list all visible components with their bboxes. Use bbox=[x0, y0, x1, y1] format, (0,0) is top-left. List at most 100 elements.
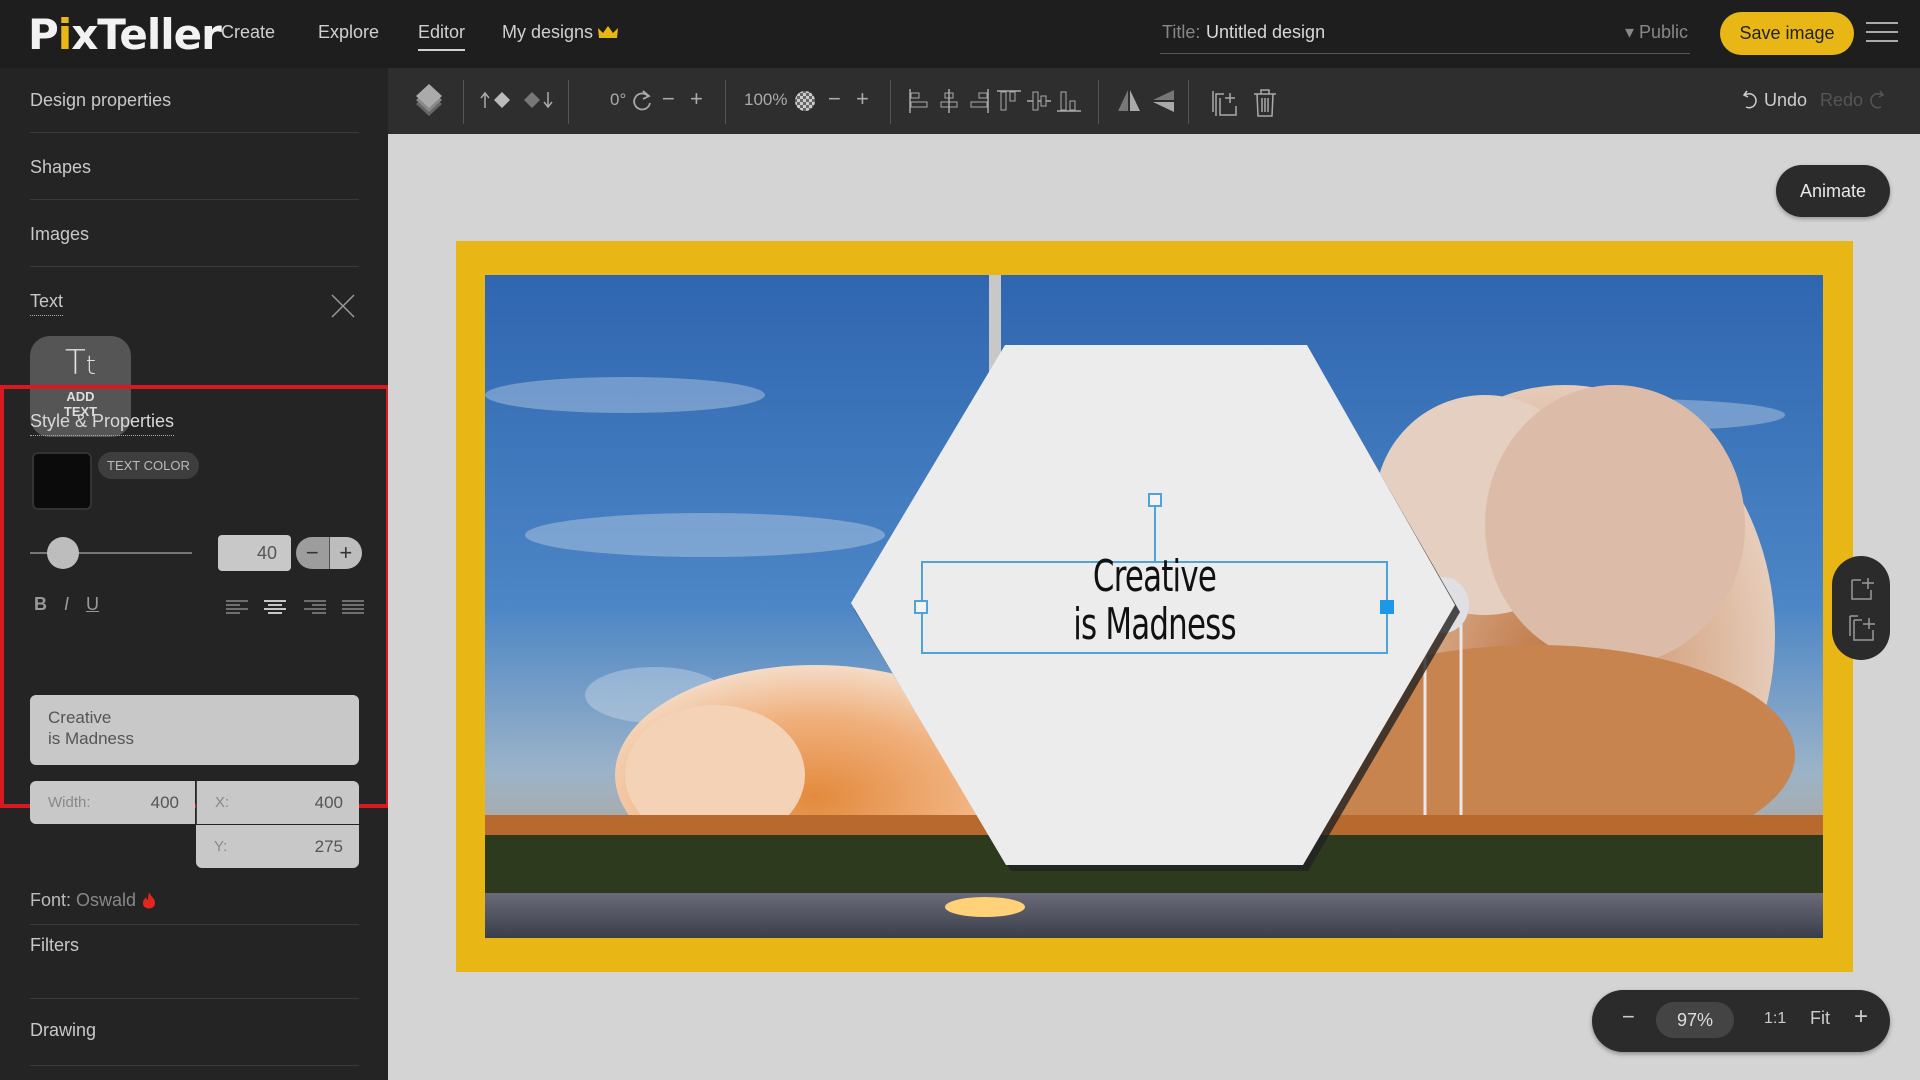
separator bbox=[463, 80, 464, 124]
sidebar-item-drawing[interactable]: Drawing bbox=[30, 1020, 359, 1041]
rotate-increase-button[interactable]: + bbox=[690, 86, 703, 112]
divider bbox=[30, 132, 359, 133]
rotate-icon[interactable] bbox=[630, 88, 654, 114]
fire-icon bbox=[143, 892, 156, 909]
redo-icon bbox=[1870, 90, 1885, 109]
divider bbox=[30, 1065, 359, 1066]
style-properties-title: Style & Properties bbox=[30, 411, 175, 436]
close-icon[interactable] bbox=[330, 293, 356, 319]
divider bbox=[30, 998, 359, 999]
design-text-line-1: Creative bbox=[1092, 551, 1217, 602]
rotate-decrease-button[interactable]: − bbox=[662, 86, 675, 112]
resize-handle-left[interactable] bbox=[914, 600, 928, 614]
x-label: X: bbox=[215, 794, 230, 811]
opacity-value: 100% bbox=[744, 90, 788, 109]
sidebar-item-text[interactable]: Text bbox=[30, 291, 64, 316]
design-text[interactable]: Creative is Madness bbox=[972, 553, 1336, 649]
title-input[interactable]: Untitled design bbox=[1206, 22, 1325, 43]
send-backward-icon[interactable] bbox=[520, 88, 556, 112]
nav-create[interactable]: Create bbox=[221, 22, 275, 43]
menu-icon[interactable] bbox=[1866, 22, 1898, 46]
nav-editor[interactable]: Editor bbox=[418, 22, 466, 51]
align-right-icon[interactable] bbox=[304, 599, 326, 617]
align-horizontal-center-icon[interactable] bbox=[938, 88, 960, 114]
y-field[interactable]: Y: 275 bbox=[196, 825, 359, 868]
increase-size-button[interactable]: + bbox=[329, 537, 362, 569]
delete-icon[interactable] bbox=[1252, 88, 1278, 118]
underline-button[interactable]: U bbox=[86, 594, 99, 615]
width-value[interactable]: 400 bbox=[151, 793, 179, 813]
align-justify-icon[interactable] bbox=[342, 599, 364, 617]
bold-button[interactable]: B bbox=[34, 594, 47, 615]
sidebar-item-text-label: Text bbox=[30, 291, 64, 316]
width-field[interactable]: Width: 400 bbox=[30, 781, 195, 824]
flip-vertical-icon[interactable] bbox=[1150, 88, 1176, 114]
visibility-dropdown[interactable]: ▾ Public bbox=[1625, 22, 1688, 43]
rotation-handle[interactable] bbox=[1148, 493, 1162, 507]
text-content-input[interactable]: Creative is Madness bbox=[30, 695, 359, 765]
divider bbox=[30, 199, 359, 200]
rotation-value: 0° bbox=[610, 90, 627, 109]
italic-button[interactable]: I bbox=[64, 594, 69, 615]
transparency-icon bbox=[795, 91, 815, 111]
opacity-decrease-button[interactable]: − bbox=[828, 86, 841, 112]
width-label: Width: bbox=[48, 794, 91, 811]
pixteller-logo[interactable]: PixTeller bbox=[28, 10, 222, 59]
font-selector[interactable]: Font: Oswald bbox=[30, 890, 359, 911]
x-field[interactable]: X: 400 bbox=[196, 781, 359, 824]
animate-button[interactable]: Animate bbox=[1776, 165, 1890, 217]
crown-icon bbox=[598, 26, 619, 38]
align-vertical-center-icon[interactable] bbox=[1026, 88, 1052, 114]
decrease-size-button[interactable]: − bbox=[296, 537, 330, 569]
y-label: Y: bbox=[214, 838, 228, 855]
top-navigation: PixTeller Create Explore Editor My desig… bbox=[0, 0, 1920, 68]
nav-explore[interactable]: Explore bbox=[318, 22, 379, 43]
align-center-icon[interactable] bbox=[264, 599, 286, 617]
resize-handle-right[interactable] bbox=[1380, 600, 1394, 614]
redo-button[interactable]: Redo bbox=[1820, 88, 1886, 111]
zoom-in-button[interactable]: + bbox=[1854, 1003, 1868, 1031]
opacity-increase-button[interactable]: + bbox=[856, 86, 869, 112]
duplicate-page-icon[interactable] bbox=[1848, 614, 1876, 642]
text-color-swatch[interactable] bbox=[32, 452, 92, 510]
title-label: Title: bbox=[1162, 22, 1201, 42]
design-text-line-2: is Madness bbox=[1073, 599, 1236, 650]
sidebar-item-shapes[interactable]: Shapes bbox=[30, 157, 359, 178]
divider bbox=[30, 924, 359, 925]
align-right-edge-icon[interactable] bbox=[968, 88, 990, 114]
separator bbox=[1188, 80, 1189, 124]
bring-forward-icon[interactable] bbox=[480, 88, 516, 112]
separator bbox=[725, 80, 726, 124]
divider bbox=[30, 266, 359, 267]
undo-button[interactable]: Undo bbox=[1741, 88, 1807, 111]
zoom-fit-button[interactable]: Fit bbox=[1810, 1008, 1830, 1029]
style-properties-title-text: Style & Properties bbox=[30, 411, 175, 436]
align-top-edge-icon[interactable] bbox=[996, 88, 1022, 114]
save-image-button[interactable]: Save image bbox=[1720, 12, 1854, 55]
zoom-level[interactable]: 97% bbox=[1656, 1002, 1734, 1038]
editor-toolbar: 0° − + 100% − + Undo Redo bbox=[388, 68, 1920, 134]
zoom-out-button[interactable]: − bbox=[1622, 1004, 1635, 1030]
add-page-icon[interactable] bbox=[1849, 576, 1875, 602]
nav-my-designs-label: My designs bbox=[502, 22, 594, 42]
nav-my-designs[interactable]: My designs bbox=[502, 22, 619, 43]
sidebar-item-design-properties[interactable]: Design properties bbox=[30, 90, 359, 111]
align-left-edge-icon[interactable] bbox=[908, 88, 930, 114]
redo-label: Redo bbox=[1820, 90, 1864, 110]
title-field[interactable]: Title: Untitled design ▾ Public bbox=[1160, 14, 1690, 54]
align-left-icon[interactable] bbox=[226, 599, 248, 617]
undo-label: Undo bbox=[1764, 90, 1808, 110]
align-bottom-edge-icon[interactable] bbox=[1056, 88, 1082, 114]
zoom-actual-size-button[interactable]: 1:1 bbox=[1764, 1010, 1786, 1028]
sidebar-item-images[interactable]: Images bbox=[30, 224, 359, 245]
font-size-input[interactable]: 40 bbox=[218, 535, 291, 571]
undo-icon bbox=[1742, 90, 1757, 109]
x-value[interactable]: 400 bbox=[315, 793, 343, 813]
sidebar-item-filters[interactable]: Filters bbox=[30, 935, 359, 956]
duplicate-icon[interactable] bbox=[1210, 88, 1240, 118]
y-value[interactable]: 275 bbox=[315, 837, 343, 857]
separator bbox=[890, 80, 891, 124]
flip-horizontal-icon[interactable] bbox=[1116, 88, 1142, 114]
font-size-slider-thumb[interactable] bbox=[47, 537, 80, 569]
layers-icon[interactable] bbox=[414, 82, 444, 118]
